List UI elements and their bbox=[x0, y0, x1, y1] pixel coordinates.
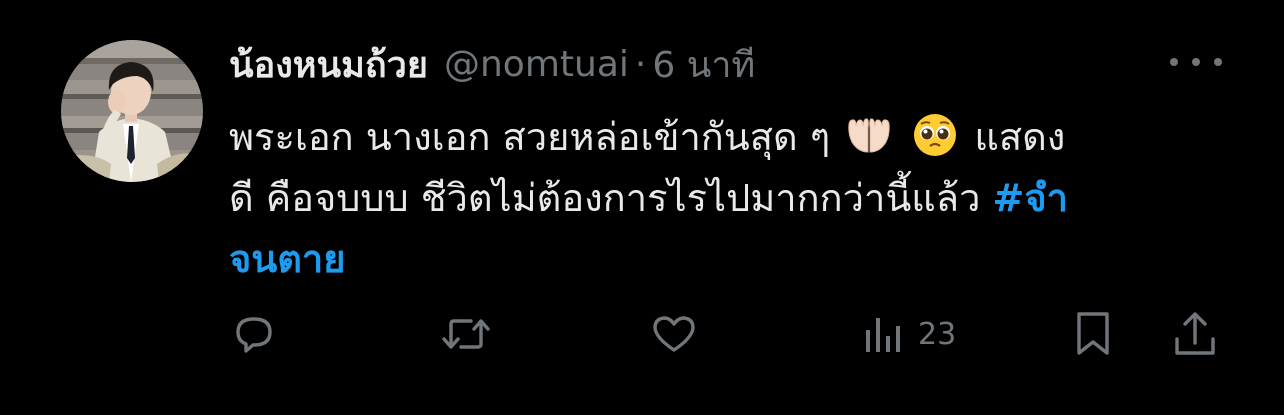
share-icon bbox=[1175, 312, 1215, 355]
retweet-button[interactable] bbox=[441, 310, 491, 358]
hashtag-link-continued[interactable]: จนตาย bbox=[229, 237, 346, 281]
avatar-image bbox=[61, 40, 203, 182]
bookmark-button[interactable] bbox=[1071, 310, 1115, 358]
reply-icon bbox=[236, 317, 272, 353]
hashtag-link[interactable]: #จำ bbox=[993, 176, 1068, 220]
heart-icon bbox=[653, 316, 695, 352]
views-count: 23 bbox=[918, 316, 957, 352]
user-handle[interactable]: @nomtuai bbox=[444, 44, 629, 85]
header-separator: · bbox=[634, 43, 647, 85]
avatar[interactable] bbox=[61, 40, 203, 182]
views-icon bbox=[866, 318, 900, 352]
tweet-text-segment: แสดง bbox=[974, 115, 1066, 159]
tweet-text-segment: พระเอก นางเอก สวยหล่อเข้ากันสุด ๆ bbox=[229, 115, 831, 159]
reply-button[interactable] bbox=[230, 310, 278, 358]
tweet-text-line-3: จนตาย bbox=[229, 229, 1209, 290]
tweet[interactable]: น้องหนมถ้วย @nomtuai · 6 นาที พระเอก นาง… bbox=[0, 0, 1284, 415]
bookmark-icon bbox=[1077, 312, 1109, 355]
retweet-icon bbox=[442, 319, 490, 349]
tweet-actions: 23 bbox=[0, 300, 1284, 370]
tweet-text-segment: ดี คือจบบบ ชีวิตไม่ต้องการไรไปมากกว่านี้… bbox=[229, 176, 981, 220]
views-button[interactable]: 23 bbox=[862, 310, 956, 358]
tweet-text-line-1: พระเอก นางเอก สวยหล่อเข้ากันสุด ๆ แสดง bbox=[229, 107, 1209, 168]
tweet-text-line-2: ดี คือจบบบ ชีวิตไม่ต้องการไรไปมากกว่านี้… bbox=[229, 168, 1209, 229]
more-options-icon[interactable] bbox=[1170, 52, 1222, 72]
timestamp[interactable]: 6 นาที bbox=[652, 36, 755, 93]
tweet-header: น้องหนมถ้วย @nomtuai · 6 นาที bbox=[229, 38, 755, 90]
share-button[interactable] bbox=[1172, 310, 1218, 358]
tweet-text: พระเอก นางเอก สวยหล่อเข้ากันสุด ๆ แสดง ด… bbox=[229, 107, 1209, 290]
like-button[interactable] bbox=[650, 310, 698, 358]
pleading-face-icon bbox=[912, 112, 958, 158]
palms-up-together-icon bbox=[846, 112, 892, 158]
display-name[interactable]: น้องหนมถ้วย bbox=[229, 36, 428, 93]
